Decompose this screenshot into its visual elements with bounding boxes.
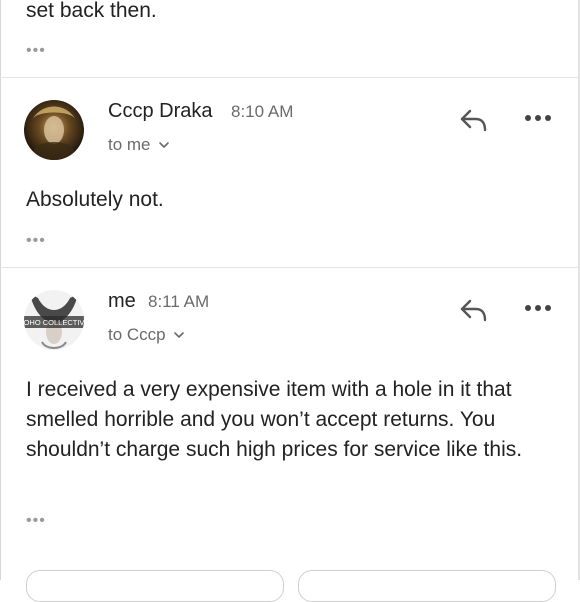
message-body: Absolutely not. bbox=[26, 188, 164, 211]
reply-action-button[interactable] bbox=[26, 570, 284, 602]
recipient-details-toggle[interactable]: to me bbox=[108, 135, 171, 155]
left-border bbox=[0, 0, 1, 580]
avatar-image: OHO COLLECTIV bbox=[24, 290, 84, 350]
more-options-icon[interactable] bbox=[524, 301, 552, 315]
show-trimmed-content-button[interactable]: ••• bbox=[26, 43, 46, 59]
forward-action-button[interactable] bbox=[298, 570, 556, 602]
chevron-down-icon bbox=[173, 332, 184, 338]
reply-icon[interactable] bbox=[458, 296, 490, 324]
show-trimmed-content-button[interactable]: ••• bbox=[26, 513, 46, 529]
previous-message-fragment: set back then. bbox=[26, 0, 157, 22]
message-body: I received a very expensive item with a … bbox=[26, 378, 523, 461]
reply-icon[interactable] bbox=[458, 106, 490, 134]
chevron-down-icon bbox=[158, 142, 169, 148]
message-divider bbox=[0, 77, 580, 78]
avatar[interactable] bbox=[24, 100, 84, 160]
message-divider bbox=[0, 267, 580, 268]
show-trimmed-content-button[interactable]: ••• bbox=[26, 233, 46, 249]
recipient-label: to Cccp bbox=[108, 325, 166, 344]
avatar-image bbox=[24, 100, 84, 160]
sender-name: me bbox=[108, 290, 136, 312]
recipient-label: to me bbox=[108, 135, 151, 154]
recipient-details-toggle[interactable]: to Cccp bbox=[108, 325, 186, 345]
message-time: 8:11 AM bbox=[148, 292, 210, 311]
message-time: 8:10 AM bbox=[231, 102, 294, 121]
more-options-icon[interactable] bbox=[524, 111, 552, 125]
avatar[interactable]: OHO COLLECTIV bbox=[24, 290, 84, 350]
avatar-wordmark: OHO COLLECTIV bbox=[24, 318, 84, 327]
sender-name: Cccp Draka bbox=[108, 100, 213, 122]
